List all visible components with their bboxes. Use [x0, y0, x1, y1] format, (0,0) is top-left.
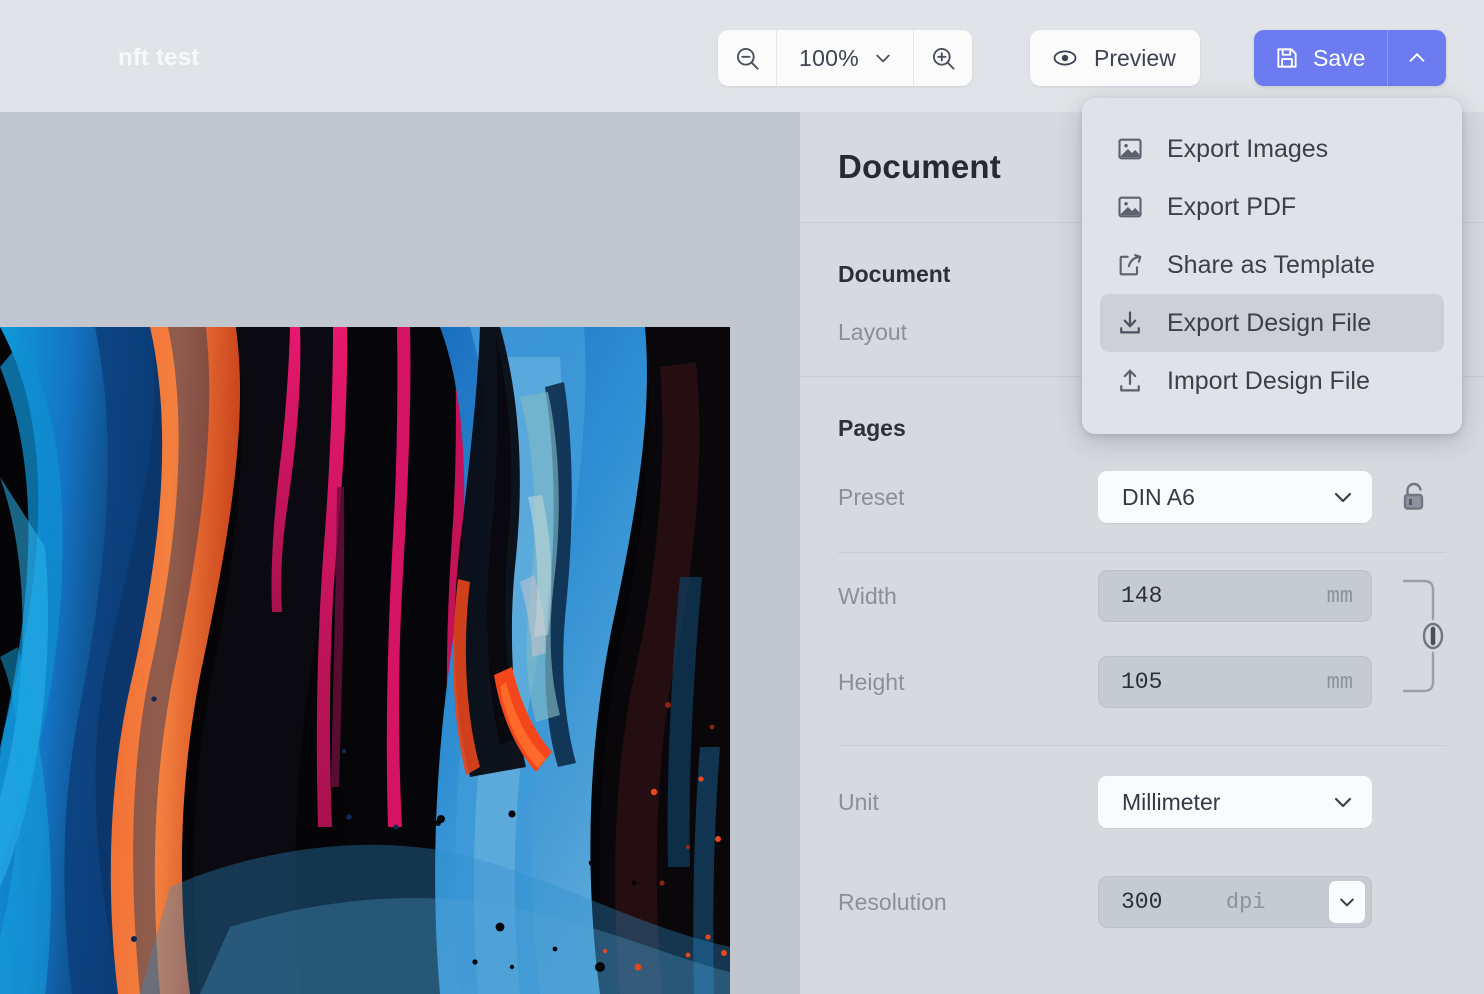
unit-label: Unit	[838, 788, 879, 815]
save-label: Save	[1313, 44, 1366, 71]
dimensions-block: Width 148 mm Height 105 mm	[800, 553, 1484, 725]
menu-item-export-design-file[interactable]: Export Design File	[1100, 294, 1444, 352]
zoom-level-select[interactable]: 100%	[777, 30, 913, 86]
width-value: 148	[1121, 583, 1163, 609]
row-width: Width 148 mm	[800, 553, 1484, 639]
resolution-unit: dpi	[1225, 889, 1266, 915]
save-dropdown-toggle[interactable]	[1388, 30, 1447, 86]
aspect-ratio-link-button[interactable]	[1402, 572, 1446, 700]
menu-item-label: Share as Template	[1167, 250, 1375, 279]
save-button[interactable]: Save	[1254, 30, 1388, 86]
width-input[interactable]: 148 mm	[1098, 570, 1372, 622]
chevron-down-icon	[1337, 892, 1357, 912]
resolution-dropdown-toggle[interactable]	[1329, 881, 1365, 923]
chevron-up-icon	[1406, 47, 1428, 69]
zoom-out-button[interactable]	[718, 30, 776, 86]
upload-icon	[1115, 367, 1145, 395]
floppy-save-icon	[1274, 45, 1300, 71]
row-height: Height 105 mm	[800, 639, 1484, 725]
save-button-group: Save	[1254, 30, 1447, 86]
preset-lock-button[interactable]	[1398, 480, 1428, 514]
top-toolbar: nft test 100% Preview Save	[0, 0, 1484, 112]
menu-item-label: Export Design File	[1167, 308, 1372, 337]
resolution-input[interactable]: 300 dpi	[1098, 876, 1372, 928]
menu-item-export-images[interactable]: Export Images	[1100, 120, 1444, 178]
height-unit: mm	[1326, 669, 1353, 695]
document-title: nft test	[118, 44, 200, 71]
zoom-out-icon	[734, 45, 761, 72]
preset-value: DIN A6	[1122, 483, 1195, 510]
resolution-label: Resolution	[838, 888, 947, 915]
row-unit: Unit Millimeter	[800, 746, 1484, 858]
artwork-image	[0, 327, 730, 994]
chevron-down-icon	[1331, 790, 1355, 814]
canvas-area[interactable]	[0, 112, 800, 994]
menu-item-share-as-template[interactable]: Share as Template	[1100, 236, 1444, 294]
height-value: 105	[1121, 669, 1163, 695]
zoom-level-value: 100%	[799, 44, 860, 71]
row-resolution: Resolution 300 dpi	[800, 858, 1484, 946]
preview-label: Preview	[1094, 44, 1176, 71]
height-label: Height	[838, 668, 905, 695]
preset-select[interactable]: DIN A6	[1098, 471, 1372, 523]
height-input[interactable]: 105 mm	[1098, 656, 1372, 708]
menu-item-label: Export Images	[1167, 134, 1329, 163]
image-icon	[1115, 135, 1145, 163]
menu-item-label: Export PDF	[1167, 192, 1297, 221]
unit-select[interactable]: Millimeter	[1098, 776, 1372, 828]
chevron-down-icon	[1331, 485, 1355, 509]
width-label: Width	[838, 582, 897, 609]
preset-label: Preset	[838, 483, 905, 510]
share-icon	[1115, 251, 1145, 279]
menu-item-label: Import Design File	[1167, 366, 1370, 395]
width-unit: mm	[1326, 583, 1353, 609]
unlock-icon	[1398, 480, 1428, 514]
section-pages: Pages Preset DIN A6 Width 148 mm Height …	[800, 377, 1484, 946]
resolution-value: 300	[1121, 889, 1163, 915]
save-dropdown-menu: Export Images Export PDF Share as Templa…	[1082, 98, 1462, 434]
row-preset: Preset DIN A6	[800, 442, 1484, 552]
aspect-ratio-link-icon	[1402, 573, 1446, 699]
zoom-in-button[interactable]	[914, 30, 972, 86]
app-root: nft test 100% Preview Save Document Docu…	[0, 0, 1484, 994]
preview-button[interactable]: Preview	[1030, 30, 1200, 86]
page-title: Document	[838, 148, 1001, 185]
download-icon	[1115, 309, 1145, 337]
artboard[interactable]	[0, 327, 730, 994]
zoom-control-group: 100%	[718, 30, 973, 86]
menu-item-import-design-file[interactable]: Import Design File	[1100, 352, 1444, 410]
zoom-in-icon	[930, 45, 957, 72]
unit-value: Millimeter	[1122, 788, 1221, 815]
chevron-down-icon	[873, 48, 893, 68]
menu-item-export-pdf[interactable]: Export PDF	[1100, 178, 1444, 236]
layout-label: Layout	[838, 318, 908, 345]
image-icon	[1115, 193, 1145, 221]
eye-icon	[1050, 43, 1080, 73]
